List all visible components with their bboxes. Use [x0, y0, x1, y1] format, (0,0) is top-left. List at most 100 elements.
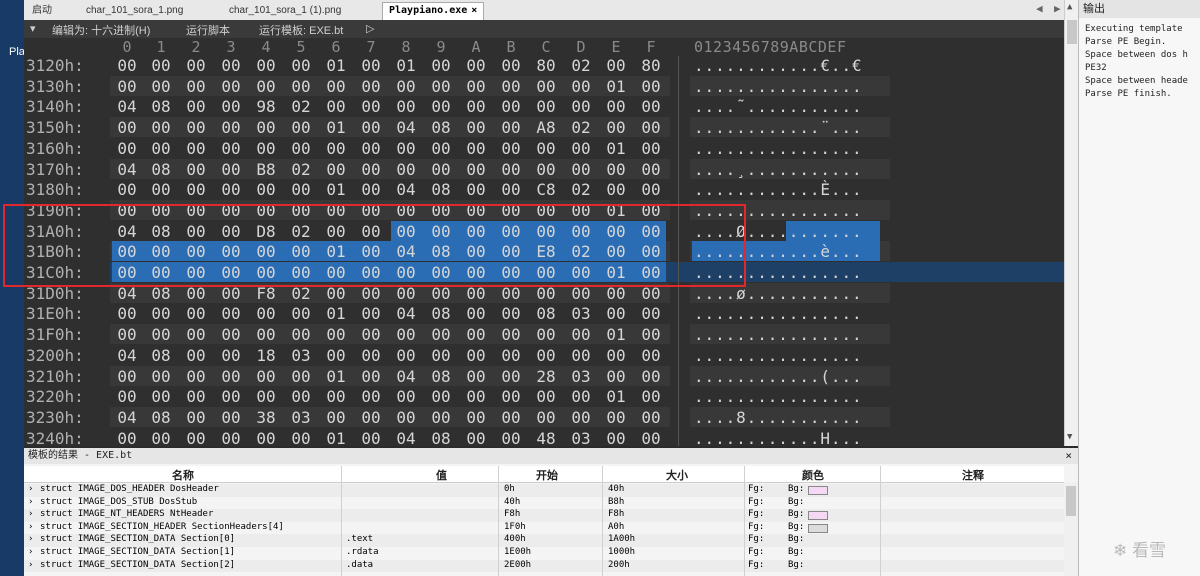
expand-chevron-icon[interactable]: › [28, 534, 33, 544]
hex-byte[interactable]: 00 [323, 387, 349, 406]
expand-chevron-icon[interactable]: › [28, 560, 33, 570]
hex-byte[interactable]: 00 [638, 387, 664, 406]
hex-byte[interactable]: 00 [358, 56, 384, 75]
hex-byte[interactable]: 00 [568, 408, 594, 427]
hex-byte[interactable]: 00 [498, 367, 524, 386]
hex-byte[interactable]: 00 [253, 77, 279, 96]
hex-byte[interactable]: 00 [498, 139, 524, 158]
hex-byte[interactable]: 00 [498, 325, 524, 344]
hex-byte[interactable]: 00 [218, 367, 244, 386]
hex-byte[interactable]: 00 [218, 346, 244, 365]
hex-byte[interactable]: 08 [148, 408, 174, 427]
hex-byte[interactable]: 00 [288, 77, 314, 96]
ascii-text[interactable]: ....˜........... [694, 97, 863, 116]
hex-byte[interactable]: 98 [253, 97, 279, 116]
hex-byte[interactable]: 00 [393, 160, 419, 179]
hex-byte[interactable]: 00 [428, 160, 454, 179]
hex-byte[interactable]: 03 [288, 408, 314, 427]
hex-byte[interactable]: 00 [603, 367, 629, 386]
hex-byte[interactable]: 00 [638, 160, 664, 179]
hex-byte[interactable]: 00 [148, 118, 174, 137]
ascii-text[interactable]: ................ [694, 139, 863, 158]
hex-byte[interactable]: 00 [463, 304, 489, 323]
hex-byte[interactable]: 00 [533, 139, 559, 158]
result-row[interactable]: › struct IMAGE_SECTION_HEADER SectionHead… [24, 522, 1064, 535]
expand-chevron-icon[interactable]: › [28, 484, 33, 494]
hex-byte[interactable]: 00 [183, 56, 209, 75]
hex-byte[interactable]: 00 [218, 429, 244, 448]
ascii-text[interactable]: ....¸........... [694, 160, 863, 179]
hex-byte[interactable]: 00 [323, 408, 349, 427]
hex-byte[interactable]: 00 [463, 97, 489, 116]
hex-byte[interactable]: 00 [114, 325, 140, 344]
hex-byte[interactable]: 00 [253, 367, 279, 386]
ascii-text[interactable]: ....8........... [694, 408, 863, 427]
hex-byte[interactable]: C8 [533, 180, 559, 199]
hex-byte[interactable]: 00 [393, 387, 419, 406]
result-row[interactable]: › struct IMAGE_SECTION_DATA Section[2] .da… [24, 559, 1064, 573]
hex-byte[interactable]: 00 [393, 97, 419, 116]
ascii-text[interactable]: ............È... [694, 180, 863, 199]
result-row[interactable]: › struct IMAGE_NT_HEADERS NtHeader F8h F8h F… [24, 509, 1064, 522]
hex-byte[interactable]: 08 [428, 429, 454, 448]
hex-row[interactable]: 3120h: 00 00 00 00 00 00 01 00 01 00 00 00 80 02 00 80..… [24, 55, 1064, 76]
hex-byte[interactable]: 00 [148, 180, 174, 199]
hex-byte[interactable]: 04 [114, 97, 140, 116]
hex-byte[interactable]: 00 [463, 325, 489, 344]
hex-byte[interactable]: 00 [148, 429, 174, 448]
hex-byte[interactable]: 00 [183, 346, 209, 365]
hex-byte[interactable]: 18 [253, 346, 279, 365]
hex-byte[interactable]: 38 [253, 408, 279, 427]
hex-row[interactable]: 3130h: 00 00 00 00 00 00 00 00 00 00 00 00 00 00 01 00..… [24, 75, 1064, 97]
hex-byte[interactable]: 00 [253, 304, 279, 323]
hex-byte[interactable]: 00 [533, 77, 559, 96]
expand-chevron-icon[interactable]: › [28, 522, 33, 532]
hex-row[interactable]: 3170h: 04 08 00 00 B8 02 00 00 00 00 00 00 00 00 00 00..… [24, 158, 1064, 180]
hex-byte[interactable]: 00 [288, 325, 314, 344]
hex-byte[interactable]: 00 [323, 97, 349, 116]
hex-byte[interactable]: 00 [638, 429, 664, 448]
hex-row[interactable]: 3210h: 00 00 00 00 00 00 01 00 04 08 00 00 28 03 00 00..… [24, 365, 1064, 387]
hex-byte[interactable]: 04 [114, 346, 140, 365]
hex-byte[interactable]: 00 [498, 408, 524, 427]
hex-row[interactable]: 3150h: 00 00 00 00 00 00 01 00 04 08 00 00 A8 02 00 00..… [24, 117, 1064, 138]
hex-byte[interactable]: 00 [183, 325, 209, 344]
hex-byte[interactable]: 00 [358, 77, 384, 96]
hex-byte[interactable]: 00 [148, 325, 174, 344]
hex-byte[interactable]: 00 [358, 429, 384, 448]
hex-byte[interactable]: 01 [323, 367, 349, 386]
scroll-down-icon[interactable]: ▼ [1067, 432, 1072, 442]
hex-byte[interactable]: 01 [603, 325, 629, 344]
color-swatch[interactable] [808, 523, 828, 533]
hex-byte[interactable]: 00 [463, 408, 489, 427]
hex-byte[interactable]: 00 [218, 180, 244, 199]
ascii-text[interactable]: ................ [694, 77, 863, 96]
hex-byte[interactable]: 01 [323, 118, 349, 137]
hex-byte[interactable]: 01 [323, 56, 349, 75]
hex-byte[interactable]: 00 [253, 429, 279, 448]
hex-byte[interactable]: 04 [114, 160, 140, 179]
hex-byte[interactable]: 00 [463, 56, 489, 75]
ascii-text[interactable]: ............¨... [694, 118, 863, 137]
hex-byte[interactable]: 00 [603, 180, 629, 199]
hex-byte[interactable]: 08 [428, 118, 454, 137]
hex-byte[interactable]: 00 [638, 118, 664, 137]
hex-byte[interactable]: 01 [603, 387, 629, 406]
hex-byte[interactable]: 00 [183, 387, 209, 406]
toolbar-menu-icon[interactable]: ▾ [30, 22, 36, 35]
results-scroll-thumb[interactable] [1066, 486, 1076, 516]
edit-as-dropdown[interactable]: 编辑为: 十六进制(H) [52, 22, 150, 38]
hex-byte[interactable]: 00 [183, 118, 209, 137]
tab-playpiano-exe[interactable]: Playpiano.exe × [382, 2, 485, 20]
result-row[interactable]: › struct IMAGE_DOS_STUB DosStub 40h B8h Fg: B… [24, 497, 1064, 510]
hex-byte[interactable]: 02 [568, 56, 594, 75]
tab-png-2[interactable]: char_101_sora_1 (1).png [229, 3, 341, 20]
ascii-text[interactable]: ................ [694, 387, 863, 406]
hex-row[interactable]: 3240h: 00 00 00 00 00 00 01 00 04 08 00 00 48 03 00 00..… [24, 428, 1064, 449]
ascii-text[interactable]: ................ [694, 325, 863, 344]
hex-byte[interactable]: 00 [428, 325, 454, 344]
run-script-dropdown[interactable]: 运行脚本 [186, 22, 230, 38]
hex-byte[interactable]: 00 [638, 97, 664, 116]
hex-byte[interactable]: 00 [393, 346, 419, 365]
hex-byte[interactable]: 00 [148, 56, 174, 75]
